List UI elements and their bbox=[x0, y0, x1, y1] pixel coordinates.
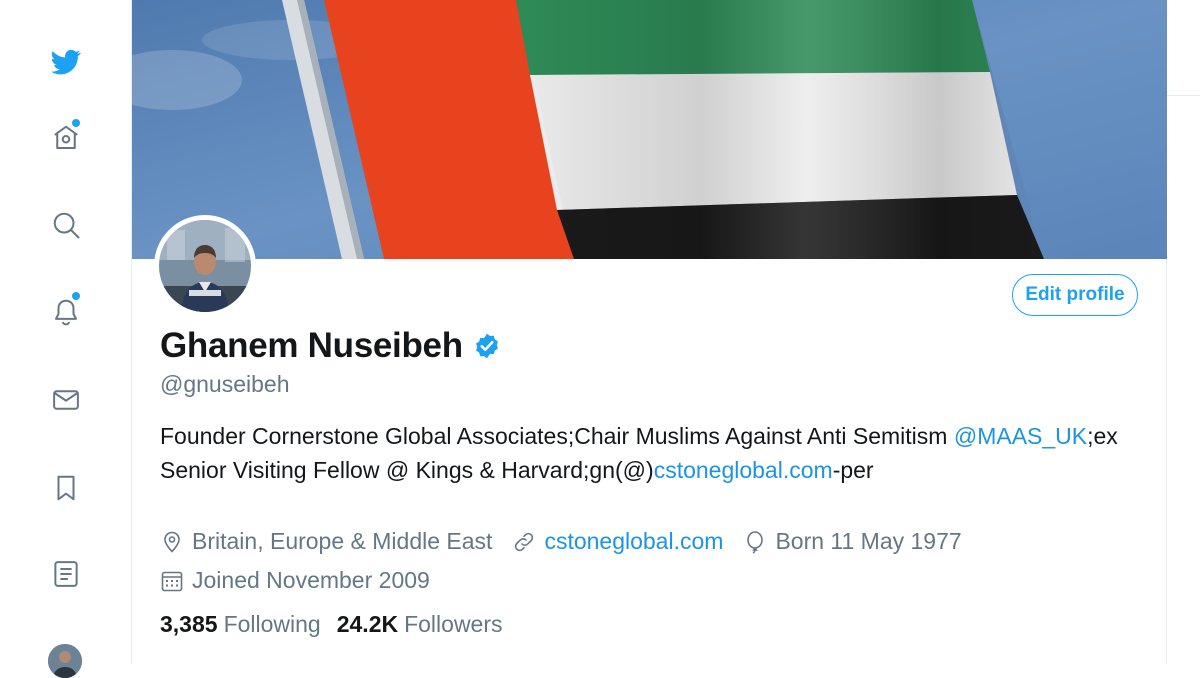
twitter-home-logo[interactable] bbox=[40, 36, 92, 88]
nav-explore[interactable] bbox=[40, 199, 92, 251]
location-text: Britain, Europe & Middle East bbox=[192, 528, 493, 554]
birthday-text: Born 11 May 1977 bbox=[775, 528, 962, 554]
profile-meta-row: Britain, Europe & Middle East cstoneglob… bbox=[160, 528, 982, 555]
notifications-bell-icon bbox=[55, 299, 77, 326]
profile-column: Edit profile Ghanem Nuseibeh @gnuseibeh … bbox=[131, 0, 1167, 664]
bio-website-link[interactable]: cstoneglobal.com bbox=[654, 457, 833, 483]
following-stat[interactable]: 3,385 Following bbox=[160, 611, 321, 638]
twitter-bird-icon bbox=[51, 49, 81, 75]
location-pin-icon bbox=[164, 531, 180, 553]
nav-messages[interactable] bbox=[40, 374, 92, 426]
profile-name-row: Ghanem Nuseibeh bbox=[160, 326, 501, 366]
profile-avatar[interactable] bbox=[154, 215, 256, 317]
followers-label: Followers bbox=[404, 611, 503, 637]
profile-birthday: Born 11 May 1977 bbox=[743, 528, 962, 555]
profile-display-name: Ghanem Nuseibeh bbox=[160, 326, 463, 365]
notifications-dot bbox=[72, 292, 80, 300]
following-count: 3,385 bbox=[160, 611, 218, 637]
edit-profile-button[interactable]: Edit profile bbox=[1012, 274, 1138, 316]
search-icon bbox=[53, 212, 80, 239]
link-icon bbox=[515, 532, 534, 551]
website-link[interactable]: cstoneglobal.com bbox=[544, 528, 723, 555]
side-navigation bbox=[0, 0, 131, 678]
balloon-icon bbox=[747, 530, 764, 554]
home-notification-dot bbox=[72, 119, 80, 127]
profile-handle: @gnuseibeh bbox=[160, 371, 290, 397]
bio-mention-link[interactable]: @MAAS_UK bbox=[954, 423, 1087, 449]
bookmark-icon bbox=[57, 475, 75, 501]
bio-text: Founder Cornerstone Global Associates;Ch… bbox=[160, 423, 954, 449]
nav-lists[interactable] bbox=[40, 548, 92, 600]
uae-flag-banner-image bbox=[132, 0, 1167, 259]
calendar-icon bbox=[161, 571, 183, 591]
profile-website[interactable]: cstoneglobal.com bbox=[512, 528, 723, 555]
profile-joined: Joined November 2009 bbox=[160, 567, 430, 594]
home-icon bbox=[54, 125, 78, 149]
followers-stat[interactable]: 24.2K Followers bbox=[337, 611, 503, 638]
profile-bio: Founder Cornerstone Global Associates;Ch… bbox=[160, 419, 1120, 487]
nav-profile-avatar[interactable] bbox=[48, 644, 82, 678]
avatar bbox=[48, 644, 82, 678]
verified-badge-icon bbox=[475, 333, 498, 359]
following-label: Following bbox=[223, 611, 321, 637]
profile-banner[interactable] bbox=[132, 0, 1167, 259]
messages-envelope-icon bbox=[53, 390, 79, 410]
profile-stats: 3,385 Following 24.2K Followers bbox=[160, 611, 519, 638]
nav-bookmarks[interactable] bbox=[40, 462, 92, 514]
nav-home[interactable] bbox=[40, 112, 92, 164]
profile-location: Britain, Europe & Middle East bbox=[160, 528, 492, 555]
lists-icon bbox=[54, 561, 78, 587]
joined-text: Joined November 2009 bbox=[192, 567, 430, 593]
profile-photo-image bbox=[159, 220, 251, 312]
bio-text: -per bbox=[832, 457, 874, 483]
right-column-divider bbox=[1167, 95, 1200, 96]
followers-count: 24.2K bbox=[336, 611, 399, 637]
avatar bbox=[159, 220, 251, 312]
nav-notifications[interactable] bbox=[40, 286, 92, 338]
